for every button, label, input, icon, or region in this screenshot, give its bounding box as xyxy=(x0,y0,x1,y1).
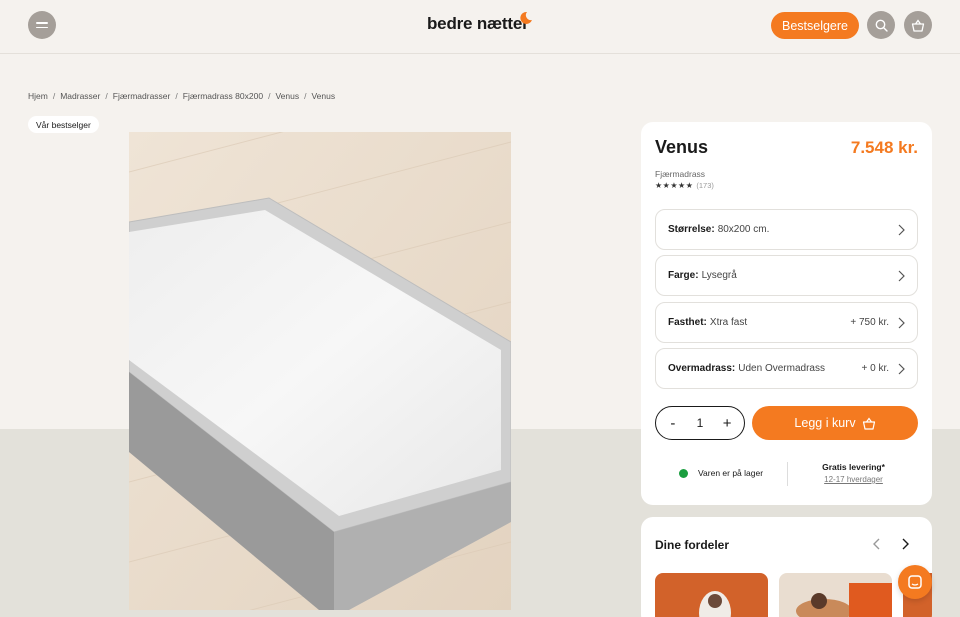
menu-button[interactable] xyxy=(28,11,56,39)
product-image[interactable] xyxy=(129,132,511,610)
rating-count: (173) xyxy=(696,181,714,190)
benefit-image[interactable] xyxy=(779,573,892,617)
benefit-image[interactable] xyxy=(655,573,768,617)
chevron-right-icon xyxy=(898,270,905,281)
breadcrumb-item[interactable]: Madrasser xyxy=(60,91,100,101)
add-to-cart-button[interactable]: Legg i kurv xyxy=(752,406,918,440)
chat-button[interactable] xyxy=(898,565,932,599)
breadcrumb-item[interactable]: Fjærmadrass 80x200 xyxy=(183,91,263,101)
chevron-left-icon[interactable] xyxy=(872,537,882,551)
breadcrumb-item[interactable]: Hjem xyxy=(28,91,48,101)
benefits-card: Dine fordeler xyxy=(641,517,932,617)
stock-status: Varen er på lager xyxy=(679,468,763,478)
logo[interactable]: bedre nætter xyxy=(427,14,529,38)
breadcrumb: Hjem / Madrasser / Fjærmadrasser / Fjærmadr… xyxy=(28,91,336,101)
bestsellers-button[interactable]: Bestselgere xyxy=(771,12,859,39)
menu-icon xyxy=(36,22,48,24)
quantity-value[interactable]: 1 xyxy=(697,416,704,430)
product-rating[interactable]: ★★★★★ (173) xyxy=(655,181,714,190)
product-price: 7.548 kr. xyxy=(850,138,918,157)
quantity-decrease-button[interactable]: - xyxy=(663,415,683,432)
quantity-increase-button[interactable]: + xyxy=(717,415,737,432)
rating-stars: ★★★★★ xyxy=(655,181,694,190)
product-title: Venus xyxy=(655,137,709,157)
breadcrumb-item[interactable]: Fjærmadrasser xyxy=(113,91,171,101)
chevron-right-icon[interactable] xyxy=(900,537,910,551)
search-button[interactable] xyxy=(867,11,895,39)
divider xyxy=(787,462,788,486)
site-header: bedre nætter Bestselgere xyxy=(0,0,960,54)
basket-icon xyxy=(862,416,875,430)
option-topper[interactable]: Overmadrass: Uden Overmadrass + 0 kr. xyxy=(655,348,918,389)
breadcrumb-item: Venus xyxy=(311,91,336,101)
chevron-right-icon xyxy=(898,363,905,374)
option-firmness[interactable]: Fasthet: Xtra fast + 750 kr. xyxy=(655,302,918,343)
chevron-right-icon xyxy=(898,224,905,235)
mattress-illustration xyxy=(129,132,511,610)
benefits-title: Dine fordeler xyxy=(655,538,730,552)
product-category: Fjærmadrass xyxy=(655,169,706,179)
delivery-time-link[interactable]: 12-17 hverdager xyxy=(806,475,901,484)
basket-icon xyxy=(911,18,925,32)
option-size[interactable]: Størrelse: 80x200 cm. xyxy=(655,209,918,250)
chat-icon xyxy=(908,575,922,589)
search-icon xyxy=(875,19,888,32)
option-color[interactable]: Farge: Lysegrå xyxy=(655,255,918,296)
bestseller-badge: Vår bestselger xyxy=(28,116,99,133)
delivery-info: Gratis levering* 12-17 hverdager xyxy=(806,462,901,484)
quantity-stepper: - 1 + xyxy=(655,406,745,440)
breadcrumb-item[interactable]: Venus xyxy=(275,91,299,101)
basket-button[interactable] xyxy=(904,11,932,39)
moon-icon xyxy=(520,11,532,24)
product-card: Venus 7.548 kr. Fjærmadrass ★★★★★ (173) … xyxy=(641,122,932,505)
in-stock-icon xyxy=(679,468,688,478)
chevron-right-icon xyxy=(898,317,905,328)
